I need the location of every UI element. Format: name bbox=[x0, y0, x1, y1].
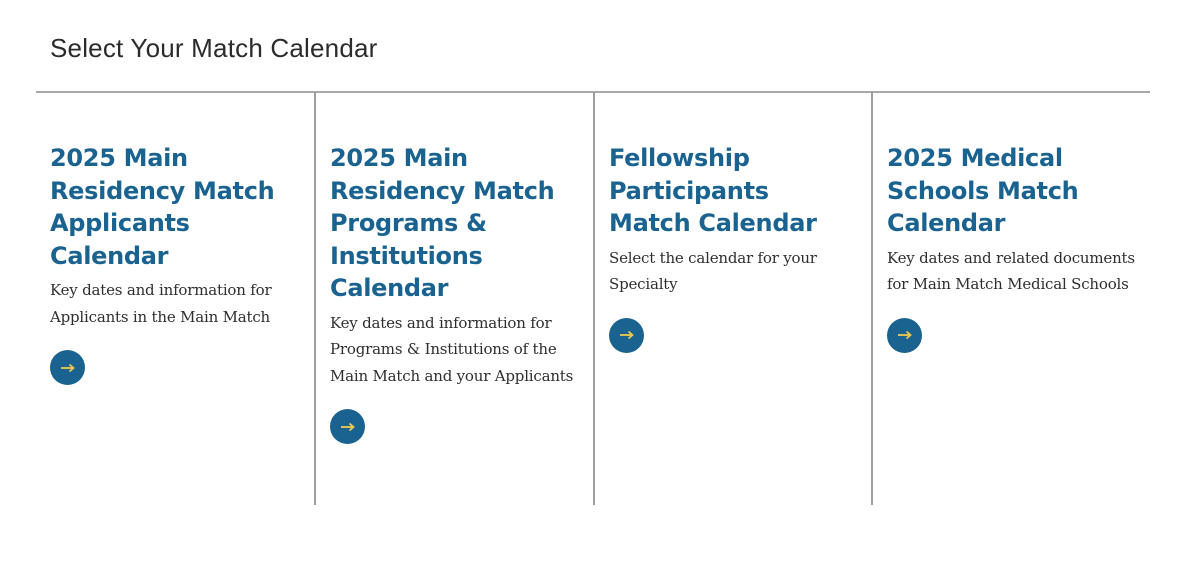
card-description: Select the calendar for your Specialty bbox=[609, 248, 817, 294]
calendar-card-applicants: 2025 Main Residency Match Applicants Cal… bbox=[36, 92, 314, 505]
calendar-card-programs: 2025 Main Residency Match Programs & Ins… bbox=[314, 92, 593, 505]
arrow-right-icon bbox=[60, 363, 75, 372]
card-title[interactable]: 2025 Medical Schools Match Calendar bbox=[887, 142, 1136, 240]
card-title[interactable]: 2025 Main Residency Match Applicants Cal… bbox=[50, 142, 300, 272]
card-description: Key dates and information for Programs &… bbox=[330, 313, 574, 385]
open-calendar-button[interactable] bbox=[887, 317, 922, 353]
calendar-card-medical-schools: 2025 Medical Schools Match Calendar Key … bbox=[871, 92, 1150, 505]
open-calendar-button[interactable] bbox=[330, 409, 365, 444]
open-calendar-button[interactable] bbox=[609, 317, 644, 353]
card-title[interactable]: Fellowship Participants Match Calendar bbox=[609, 142, 857, 240]
calendar-cards: 2025 Main Residency Match Applicants Cal… bbox=[36, 92, 1150, 505]
open-calendar-button[interactable] bbox=[50, 350, 85, 385]
arrow-right-icon bbox=[619, 330, 634, 340]
card-title[interactable]: 2025 Main Residency Match Programs & Ins… bbox=[330, 142, 579, 305]
card-description: Key dates and information for Applicants… bbox=[50, 281, 272, 326]
card-description: Key dates and related documents for Main… bbox=[887, 248, 1135, 294]
arrow-right-icon bbox=[340, 422, 355, 431]
arrow-right-icon bbox=[897, 330, 912, 340]
section-title: Select Your Match Calendar bbox=[50, 33, 378, 63]
calendar-card-fellowship: Fellowship Participants Match Calendar S… bbox=[593, 92, 871, 505]
